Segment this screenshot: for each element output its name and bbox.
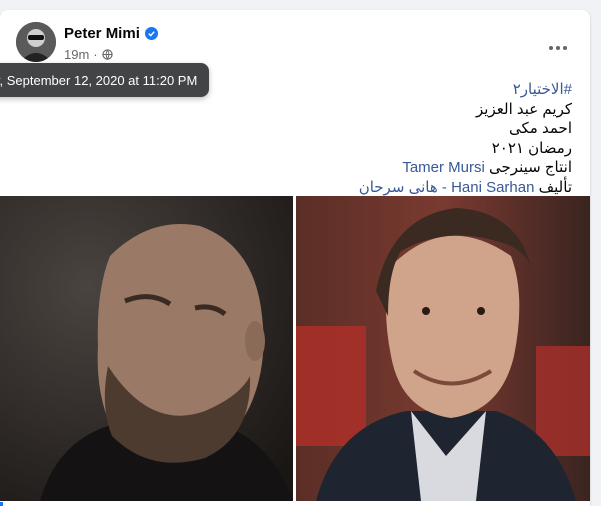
post-line-actor: كريم عبد العزيز <box>476 100 572 118</box>
producer-link[interactable]: Tamer Mursi <box>402 159 485 176</box>
post-text: #الاختيار٢ كريم عبد العزيز احمد مكى رمضا… <box>359 80 572 197</box>
photo-right[interactable] <box>296 196 590 501</box>
meta-separator: · <box>93 47 98 62</box>
post-line-production: انتاج سينرجى Tamer Mursi <box>359 158 572 178</box>
globe-icon[interactable] <box>101 49 113 60</box>
more-options-icon[interactable] <box>540 30 576 66</box>
post-line-season: رمضان ٢٠٢١ <box>491 139 572 157</box>
writer-link[interactable]: Hani Sarhan - هانى سرحان <box>359 179 535 196</box>
writer-label: تأليف <box>534 178 572 196</box>
author-name-text[interactable]: Peter Mimi <box>64 25 140 42</box>
post-line-writer: تأليف Hani Sarhan - هانى سرحان <box>359 178 572 198</box>
photo-left[interactable] <box>0 196 293 501</box>
author-name[interactable]: Peter Mimi <box>64 25 158 42</box>
tooltip-text: y, September 12, 2020 at 11:20 PM <box>0 72 198 88</box>
post-line-actor-2: احمد مكى <box>509 120 572 137</box>
verified-badge-icon <box>144 27 158 40</box>
post-timestamp[interactable]: 19m <box>64 47 89 62</box>
hashtag-link[interactable]: #الاختيار٢ <box>359 80 572 100</box>
active-accent-bar <box>0 502 3 506</box>
photo-grid <box>0 196 590 501</box>
timestamp-tooltip: y, September 12, 2020 at 11:20 PM <box>0 63 210 97</box>
production-label: انتاج سينرجى <box>484 159 572 176</box>
post-meta: 19m · <box>64 47 113 62</box>
author-avatar[interactable] <box>16 22 56 62</box>
